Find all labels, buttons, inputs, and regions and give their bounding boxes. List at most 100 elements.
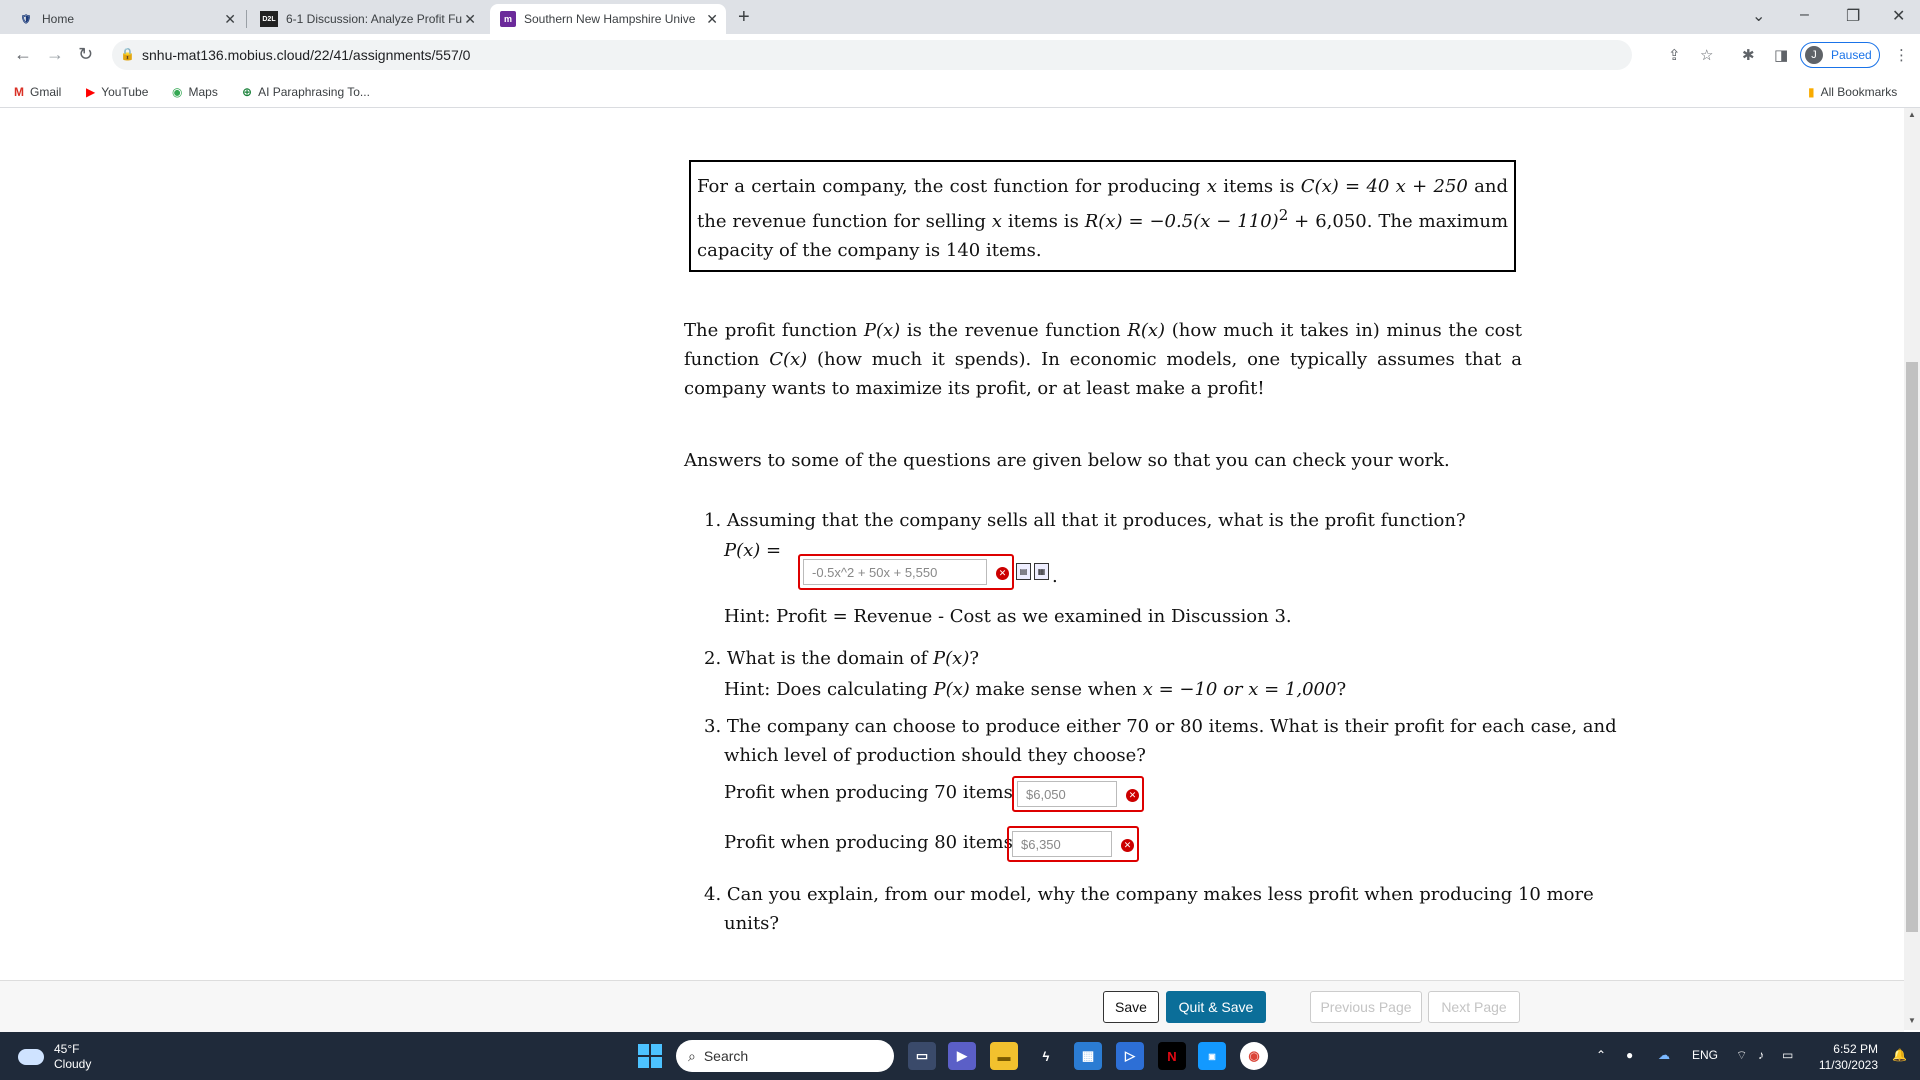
store-icon[interactable]: ▦: [1074, 1042, 1102, 1070]
q1-answer-wrapper: ✕: [798, 554, 1014, 590]
q3-80-answer-wrapper: ✕: [1007, 826, 1139, 862]
onedrive-icon[interactable]: ☁: [1658, 1048, 1670, 1062]
weather-condition: Cloudy: [54, 1057, 92, 1071]
tab-home[interactable]: 🛡 Home ✕: [8, 4, 244, 34]
next-page-button[interactable]: Next Page: [1428, 991, 1520, 1023]
tab-discussion[interactable]: D2L 6-1 Discussion: Analyze Profit Fu ✕: [250, 4, 484, 34]
equation-editor-icon[interactable]: ▦: [1034, 563, 1049, 580]
text: ?: [1336, 679, 1347, 700]
task-view-icon[interactable]: ▭: [908, 1042, 936, 1070]
minimize-button[interactable]: –: [1800, 6, 1809, 24]
bookmark-label: AI Paraphrasing To...: [258, 85, 370, 99]
address-bar[interactable]: 🔒 snhu-mat136.mobius.cloud/22/41/assignm…: [112, 40, 1632, 70]
scroll-up-arrow[interactable]: ▲: [1908, 110, 1916, 119]
netflix-icon[interactable]: N: [1158, 1042, 1186, 1070]
bookmarks-bar: M Gmail ▶ YouTube ◉ Maps ⊕ AI Paraphrasi…: [0, 76, 1920, 108]
battery-icon[interactable]: ▭: [1782, 1048, 1793, 1062]
text: items is: [1216, 176, 1301, 197]
close-icon[interactable]: ✕: [464, 11, 476, 28]
text: is the revenue function: [900, 320, 1128, 341]
close-window-button[interactable]: ✕: [1892, 6, 1905, 26]
extensions-icon[interactable]: ✱: [1742, 46, 1755, 64]
system-clock[interactable]: 6:52 PM 11/30/2023: [1814, 1041, 1878, 1073]
youtube-icon: ▶: [86, 85, 96, 99]
question-3: 3. The company can choose to produce eit…: [704, 716, 1617, 737]
math-profit: P(x): [933, 648, 970, 669]
weather-widget[interactable]: 45°F Cloudy: [18, 1042, 91, 1072]
bookmark-label: Maps: [188, 85, 218, 99]
all-bookmarks[interactable]: ▮ All Bookmarks: [1808, 85, 1897, 99]
close-icon[interactable]: ✕: [706, 11, 718, 28]
previous-page-button[interactable]: Previous Page: [1310, 991, 1422, 1023]
tab-title: Home: [42, 12, 75, 26]
side-panel-icon[interactable]: ◨: [1774, 46, 1788, 64]
folder-icon: ▮: [1808, 85, 1815, 99]
bookmark-label: All Bookmarks: [1820, 85, 1898, 99]
tray-overflow-icon[interactable]: ⌃: [1596, 1048, 1606, 1062]
notification-bell-icon[interactable]: 🔔: [1892, 1048, 1907, 1062]
question-3-cont: which level of production should they ch…: [724, 745, 1146, 766]
text: Hint: Does calculating: [724, 679, 934, 700]
quit-save-button[interactable]: Quit & Save: [1166, 991, 1266, 1023]
reload-button[interactable]: ↻: [78, 44, 93, 65]
math-label: P(x) =: [724, 540, 782, 561]
url-text: snhu-mat136.mobius.cloud/22/41/assignmen…: [142, 47, 471, 63]
profile-button[interactable]: J Paused: [1800, 42, 1880, 68]
save-button[interactable]: Save: [1103, 991, 1159, 1023]
prime-video-icon[interactable]: ▣: [1198, 1042, 1226, 1070]
start-button[interactable]: [638, 1044, 662, 1068]
restore-button[interactable]: ❐: [1846, 6, 1860, 26]
language-indicator[interactable]: ENG: [1692, 1048, 1718, 1062]
teams-icon[interactable]: ▶: [948, 1042, 976, 1070]
new-tab-button[interactable]: +: [738, 6, 750, 29]
q2-hint: Hint: Does calculating P(x) make sense w…: [724, 675, 1346, 704]
bookmark-star-icon[interactable]: ☆: [1700, 46, 1713, 64]
q3-70-answer-wrapper: ✕: [1012, 776, 1144, 812]
bookmark-youtube[interactable]: ▶ YouTube: [86, 85, 148, 99]
search-label: Search: [703, 1048, 749, 1064]
tab-search-icon[interactable]: ⌄: [1752, 6, 1765, 26]
incorrect-icon: ✕: [996, 567, 1009, 580]
gmail-icon: M: [14, 85, 24, 99]
cloud-icon: [18, 1049, 44, 1065]
text: + 6,050: [1288, 211, 1367, 232]
bookmark-maps[interactable]: ◉ Maps: [172, 85, 218, 99]
bookmark-ai-paraphrasing[interactable]: ⊕ AI Paraphrasing To...: [242, 85, 370, 99]
media-player-icon[interactable]: ▷: [1116, 1042, 1144, 1070]
scrollbar-thumb[interactable]: [1906, 362, 1918, 932]
wifi-icon[interactable]: ⌔: [1736, 1048, 1747, 1063]
bookmark-gmail[interactable]: M Gmail: [14, 85, 61, 99]
q3-80-answer-input[interactable]: [1012, 831, 1112, 857]
chrome-icon[interactable]: ◉: [1240, 1042, 1268, 1070]
cost-function: C(x) = 40 x + 250: [1300, 176, 1468, 197]
tab-mobius[interactable]: m Southern New Hampshire Unive ✕: [490, 4, 726, 34]
forward-button[interactable]: →: [46, 44, 64, 65]
menu-icon[interactable]: ⋮: [1894, 46, 1909, 64]
close-icon[interactable]: ✕: [224, 11, 236, 28]
revenue-function: R(x) = −0.5(x − 110): [1084, 211, 1279, 232]
scroll-down-arrow[interactable]: ▼: [1908, 1016, 1916, 1025]
lock-icon[interactable]: 🔒: [120, 47, 135, 61]
q1-label: P(x) =: [724, 536, 781, 565]
text: ?: [969, 648, 980, 669]
capacity-value: 140: [945, 240, 981, 261]
q1-hint: Hint: Profit = Revenue - Cost as we exam…: [724, 606, 1292, 627]
taskbar-search[interactable]: ⌕ Search: [676, 1040, 894, 1072]
question-4: 4. Can you explain, from our model, why …: [704, 884, 1594, 905]
preview-icon[interactable]: ▤: [1016, 563, 1031, 580]
math-profit: P(x): [933, 679, 970, 700]
share-icon[interactable]: ⇪: [1668, 46, 1681, 64]
q3-80-label: Profit when producing 80 items =: [724, 832, 1034, 853]
incorrect-icon: ✕: [1121, 839, 1134, 852]
power-automate-icon[interactable]: ϟ: [1032, 1042, 1060, 1070]
back-button[interactable]: ←: [14, 44, 32, 65]
shield-icon: 🛡: [20, 13, 32, 24]
assignment-content: For a certain company, the cost function…: [0, 108, 1904, 980]
q3-70-answer-input[interactable]: [1017, 781, 1117, 807]
volume-icon[interactable]: ♪: [1758, 1048, 1764, 1062]
intro-paragraph: The profit function P(x) is the revenue …: [684, 316, 1522, 403]
page-scrollbar[interactable]: ▲ ▼: [1904, 108, 1920, 1030]
security-icon[interactable]: ●: [1626, 1048, 1633, 1062]
file-explorer-icon[interactable]: ▬: [990, 1042, 1018, 1070]
q1-answer-input[interactable]: [803, 559, 987, 585]
